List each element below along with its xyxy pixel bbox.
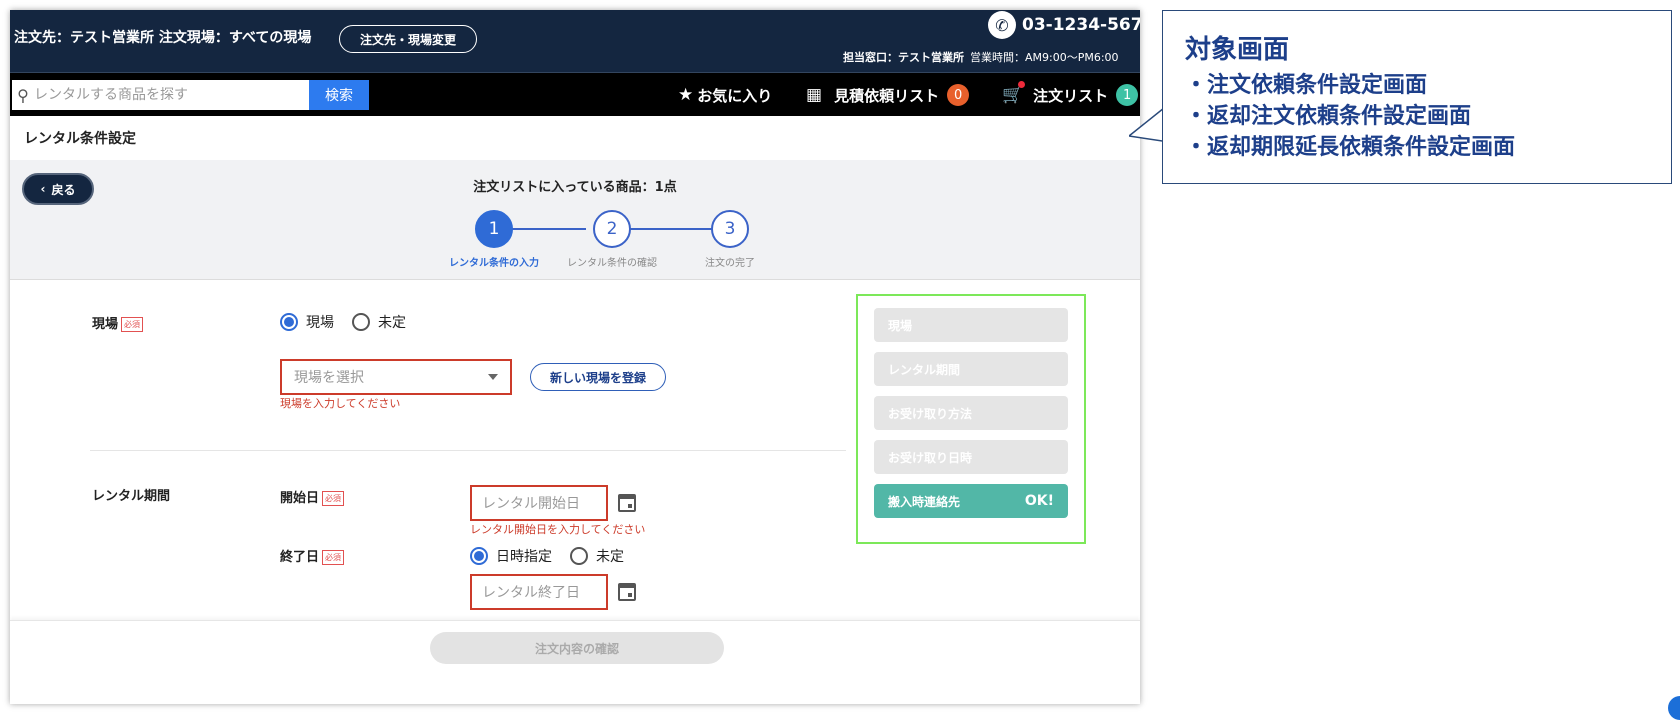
contact-label: 担当窓口：テスト営業所 [843,51,964,64]
customer-info: 注文先：テスト営業所 注文現場：すべての現場 [14,30,312,46]
site-select-placeholder: 現場を選択 [294,370,364,386]
start-date-input[interactable]: レンタル開始日 [470,485,608,521]
favorites-link[interactable]: ★ お気に入り [678,73,772,117]
page-title: レンタル条件設定 [24,131,136,147]
end-radio-specify[interactable] [470,547,488,565]
status-item-rental-period[interactable]: レンタル期間 [874,352,1068,386]
site-option-site-label: 現場 [306,315,334,331]
cart-notification-dot [1018,81,1025,88]
end-option-undecided-label: 未定 [596,549,624,565]
step-1-circle: 1 [475,210,513,248]
search-button[interactable]: 検索 [309,80,369,110]
search-input[interactable] [34,87,304,103]
start-date-label-text: 開始日 [280,491,320,506]
end-option-specify-label: 日時指定 [496,549,552,565]
callout-item: 返却期限延長依頼条件設定画面 [1185,132,1649,163]
favorites-label: お気に入り [697,86,773,105]
calculator-icon: ▦ [806,85,823,105]
site-radio-group: 現場 未定 [280,312,424,332]
phone-icon: ✆ [988,11,1016,39]
required-tag: 必須 [322,550,345,565]
change-customer-site-button[interactable]: 注文先・現場変更 [339,25,477,53]
status-item-site[interactable]: 現場 [874,308,1068,342]
calendar-icon[interactable] [618,583,636,601]
app-window: 注文先：テスト営業所 注文現場：すべての現場 注文先・現場変更 ✆ 03-123… [10,10,1140,704]
step-1-label: レンタル条件の入力 [449,258,539,269]
top-header: 注文先：テスト営業所 注文現場：すべての現場 注文先・現場変更 ✆ 03-123… [10,10,1140,72]
site-error-message: 現場を入力してください [280,397,401,410]
required-tag: 必須 [121,317,144,332]
start-date-label: 開始日 必須 [280,487,345,506]
delivery-contact-label: 搬入時連絡先 [888,494,961,509]
corner-decoration [1668,696,1680,720]
step-3-label: 注文の完了 [705,258,755,269]
status-item-receive-datetime[interactable]: お受け取り日時 [874,440,1068,474]
caret-down-icon [488,374,498,380]
callout-title: 対象画面 [1185,35,1290,65]
contact-hours: 担当窓口：テスト営業所 営業時間：AM9:00〜PM6:00 [843,49,1119,65]
status-item-receive-method[interactable]: お受け取り方法 [874,396,1068,430]
site-label-text: 現場 [92,317,119,332]
callout-item: 注文依頼条件設定画面 [1185,70,1649,101]
target-screen-callout: 対象画面 注文依頼条件設定画面 返却注文依頼条件設定画面 返却期限延長依頼条件設… [1162,10,1672,184]
site-radio-undecided[interactable] [352,313,370,331]
required-tag: 必須 [322,491,345,506]
condition-status-panel: 現場 レンタル期間 お受け取り方法 お受け取り日時 搬入時連絡先 OK! [856,294,1086,544]
cart-summary: 注文リストに入っている商品：1点 [473,180,677,195]
phone-contact: ✆ 03-1234-5678 [988,10,1140,40]
end-radio-undecided[interactable] [570,547,588,565]
end-date-label-text: 終了日 [280,550,320,565]
step-connector-2 [622,228,720,230]
end-date-input[interactable]: レンタル終了日 [470,574,608,610]
cart-icon: 🛒 [1002,85,1024,105]
callout-item: 返却注文依頼条件設定画面 [1185,101,1649,132]
business-hours: 営業時間：AM9:00〜PM6:00 [970,51,1119,64]
site-option-undecided-label: 未定 [378,315,406,331]
rental-period-label: レンタル期間 [92,489,171,504]
search-icon: ⚲ [17,85,29,105]
star-icon: ★ [678,85,694,105]
step-2-label: レンタル条件の確認 [567,258,657,269]
end-date-radio-group: 日時指定 未定 [470,546,642,566]
callout-list: 注文依頼条件設定画面 返却注文依頼条件設定画面 返却期限延長依頼条件設定画面 [1185,70,1649,163]
calendar-icon[interactable] [618,494,636,512]
quote-count-badge: 0 [947,84,970,106]
confirm-order-button[interactable]: 注文内容の確認 [430,632,724,664]
search-box: ⚲ [12,80,310,110]
quote-list-label: 見積依頼リスト [834,86,940,105]
quote-list-link[interactable]: ▦ 見積依頼リスト 0 [806,73,970,117]
phone-number: 03-1234-5678 [1022,15,1140,35]
ok-indicator: OK! [1024,493,1054,509]
site-field-label: 現場 必須 [92,313,144,332]
nav-bar: ⚲ 検索 ★ お気に入り ▦ 見積依頼リスト 0 🛒 注文リスト 1 [10,72,1140,116]
step-3-circle: 3 [711,210,749,248]
status-item-delivery-contact[interactable]: 搬入時連絡先 OK! [874,484,1068,518]
start-date-error: レンタル開始日を入力してください [470,523,646,536]
end-date-label: 終了日 必須 [280,546,345,565]
step-2-circle: 2 [593,210,631,248]
site-select[interactable]: 現場を選択 [280,359,512,395]
order-list-link[interactable]: 🛒 注文リスト 1 [1002,73,1139,117]
section-divider [90,450,846,451]
register-new-site-button[interactable]: 新しい現場を登録 [530,363,666,391]
site-radio-site[interactable] [280,313,298,331]
order-list-label: 注文リスト [1033,86,1109,105]
